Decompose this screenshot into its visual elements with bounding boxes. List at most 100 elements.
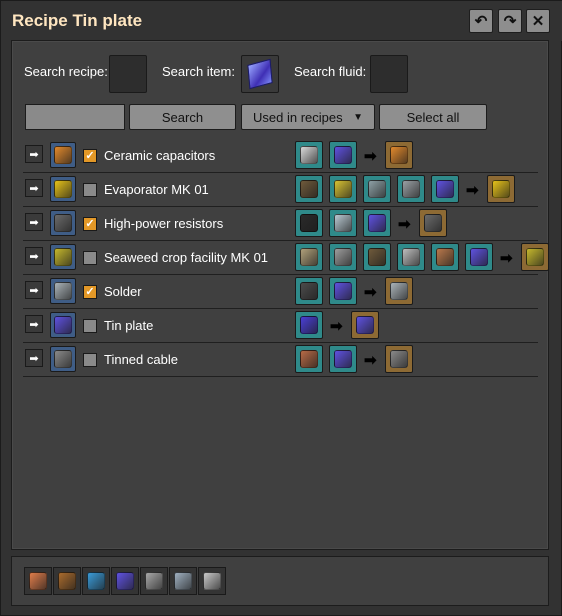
recipe-checkbox[interactable]: ✓	[83, 149, 97, 163]
iron-plate-icon	[203, 572, 221, 590]
recipe-name: Tin plate	[104, 318, 154, 333]
history-item[interactable]	[24, 567, 52, 595]
search-fluid-slot[interactable]	[370, 55, 408, 93]
concrete-icon	[402, 248, 420, 266]
ceramic-capacitor-icon	[54, 146, 72, 164]
pipe-machine-icon	[368, 180, 386, 198]
machine-part-icon	[300, 180, 318, 198]
ceramic-icon	[300, 146, 318, 164]
ingredient-slot[interactable]	[465, 243, 493, 271]
product-slot[interactable]	[385, 141, 413, 169]
wire-icon	[334, 214, 352, 232]
ingredient-slot[interactable]	[329, 277, 357, 305]
recipe-row[interactable]: ➡ Tin plate ➡	[23, 309, 538, 343]
stone-icon	[145, 572, 163, 590]
recipe-row[interactable]: ➡ Seaweed crop facility MK 01 ➡	[23, 241, 549, 275]
product-slot[interactable]	[385, 345, 413, 373]
ingredient-slot[interactable]	[397, 175, 425, 203]
history-item[interactable]	[53, 567, 81, 595]
open-recipe-button[interactable]: ➡	[25, 145, 43, 163]
ingredient-slot[interactable]	[295, 141, 323, 169]
recipe-row[interactable]: ➡ Tinned cable ➡	[23, 343, 538, 377]
recipe-checkbox[interactable]	[83, 353, 97, 367]
open-recipe-button[interactable]: ➡	[25, 349, 43, 367]
search-button[interactable]: Search	[129, 104, 236, 130]
arrow-right-icon: ➡	[29, 352, 39, 365]
search-item-slot[interactable]	[241, 55, 279, 93]
recipe-row[interactable]: ➡ ✓ Solder ➡	[23, 275, 538, 309]
ingredient-slot[interactable]	[329, 345, 357, 373]
ingredient-slot[interactable]	[329, 243, 357, 271]
recipe-checkbox[interactable]	[83, 183, 97, 197]
product-slot[interactable]	[521, 243, 549, 271]
search-text-input[interactable]	[25, 104, 125, 130]
arrow-right-icon: ➡	[29, 250, 39, 263]
tin-plate-icon	[116, 572, 134, 590]
close-icon: ✕	[531, 12, 545, 30]
ingredient-slot[interactable]	[329, 141, 357, 169]
tinned-cable-icon	[390, 350, 408, 368]
ingredient-slot[interactable]	[363, 243, 391, 271]
ingredient-slot[interactable]	[295, 311, 323, 339]
ingredient-slot[interactable]	[329, 209, 357, 237]
recipe-checkbox[interactable]	[83, 251, 97, 265]
recipe-window: Recipe Tin plate ↶ ↷ ✕ Search recipe: Se…	[0, 0, 562, 616]
arrow-right-icon: ➡	[29, 318, 39, 331]
copper-plate-icon	[29, 572, 47, 590]
history-item[interactable]	[169, 567, 197, 595]
produces-arrow-icon: ➡	[364, 284, 377, 301]
history-item[interactable]	[140, 567, 168, 595]
redo-button[interactable]: ↷	[498, 9, 522, 33]
undo-button[interactable]: ↶	[469, 9, 493, 33]
arrow-right-icon: ➡	[29, 148, 39, 161]
lead-plate-icon	[300, 282, 318, 300]
recipe-row[interactable]: ➡ Evaporator MK 01 ➡	[23, 173, 538, 207]
history-item[interactable]	[198, 567, 226, 595]
produces-arrow-icon: ➡	[364, 148, 377, 165]
recipe-filter-dropdown[interactable]: Used in recipes ▼	[241, 104, 375, 130]
ingredient-slot[interactable]	[295, 175, 323, 203]
product-slot[interactable]	[487, 175, 515, 203]
tin-plate-icon	[334, 282, 352, 300]
ingredient-slot[interactable]	[363, 175, 391, 203]
titlebar[interactable]: Recipe Tin plate ↶ ↷ ✕	[1, 1, 562, 41]
evaporator-icon	[492, 180, 510, 198]
steel-plate-icon	[334, 248, 352, 266]
ingredient-slot[interactable]	[397, 243, 425, 271]
tin-plate-icon	[436, 180, 454, 198]
ingredient-slot[interactable]	[295, 277, 323, 305]
ingredient-slot[interactable]	[295, 209, 323, 237]
ingredient-slot[interactable]	[329, 175, 357, 203]
close-button[interactable]: ✕	[526, 9, 550, 33]
history-item[interactable]	[111, 567, 139, 595]
recipe-checkbox[interactable]: ✓	[83, 217, 97, 231]
ingredient-slot[interactable]	[363, 209, 391, 237]
recipe-checkbox[interactable]: ✓	[83, 285, 97, 299]
search-recipe-slot[interactable]	[109, 55, 147, 93]
history-item[interactable]	[82, 567, 110, 595]
ingredient-slot[interactable]	[431, 175, 459, 203]
open-recipe-button[interactable]: ➡	[25, 281, 43, 299]
product-slot[interactable]	[419, 209, 447, 237]
recipe-checkbox[interactable]	[83, 319, 97, 333]
ingredient-slot[interactable]	[295, 345, 323, 373]
recipe-row[interactable]: ➡ ✓ Ceramic capacitors ➡	[23, 139, 538, 173]
seaweed-facility-icon	[54, 248, 72, 266]
select-all-button[interactable]: Select all	[379, 104, 487, 130]
product-slot[interactable]	[385, 277, 413, 305]
product-slot[interactable]	[351, 311, 379, 339]
tin-plate-icon	[247, 58, 273, 90]
recipe-row[interactable]: ➡ ✓ High-power resistors ➡	[23, 207, 538, 241]
wire-bundle-icon	[174, 572, 192, 590]
open-recipe-button[interactable]: ➡	[25, 247, 43, 265]
open-recipe-button[interactable]: ➡	[25, 315, 43, 333]
ingredient-slot[interactable]	[295, 243, 323, 271]
row-divider	[23, 376, 538, 377]
recipe-name: High-power resistors	[104, 216, 224, 231]
open-recipe-button[interactable]: ➡	[25, 213, 43, 231]
open-recipe-button[interactable]: ➡	[25, 179, 43, 197]
tin-plate-icon	[368, 214, 386, 232]
arrow-right-icon: ➡	[29, 182, 39, 195]
ingredient-slot[interactable]	[431, 243, 459, 271]
dropdown-selected-value: Used in recipes	[253, 109, 343, 125]
